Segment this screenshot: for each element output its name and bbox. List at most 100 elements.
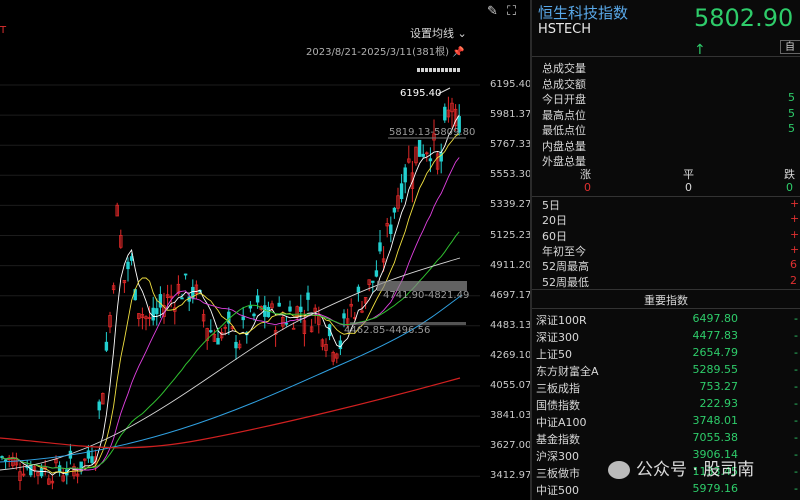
stat-label: 总成交额 xyxy=(542,77,586,91)
perf-value: +2 xyxy=(790,227,800,241)
candle-body xyxy=(158,294,163,308)
fall-header: 跌 xyxy=(784,168,795,181)
index-row-value: 5979.16 xyxy=(692,482,739,495)
marker-dot xyxy=(441,68,444,72)
index-row-name: 中证500 xyxy=(536,484,579,497)
divider xyxy=(532,56,800,57)
date-range-label: 2023/8/21-2025/3/11(381根) 📌 xyxy=(306,47,465,58)
kline-svg[interactable] xyxy=(0,0,530,500)
custom-button[interactable]: 自 xyxy=(780,40,800,54)
y-tick-label: 5767.33 xyxy=(490,139,532,151)
candle-body xyxy=(97,401,101,411)
candle-body xyxy=(155,308,159,315)
index-row[interactable]: 基金指数 7055.38 - xyxy=(536,431,800,448)
perf-value: +2 xyxy=(790,242,800,256)
indices-title: 重要指数 xyxy=(644,294,688,307)
candle-body xyxy=(216,338,220,345)
index-row-value: 5289.55 xyxy=(692,363,739,376)
marker-dot xyxy=(417,68,420,72)
stat-value: 5 xyxy=(788,122,795,135)
candle-body xyxy=(39,467,44,477)
candle-body xyxy=(291,327,296,330)
candle-body xyxy=(255,295,260,303)
index-row[interactable]: 深证300 4477.83 - xyxy=(536,329,800,346)
candle-body xyxy=(417,139,422,157)
candle-body xyxy=(180,297,184,300)
y-tick-label: 3627.00 xyxy=(490,440,532,452)
y-tick-label: 5981.37 xyxy=(490,109,532,121)
rise-count: 0 xyxy=(584,181,591,194)
index-row-change: - xyxy=(794,346,798,359)
index-row[interactable]: 上证50 2654.79 - xyxy=(536,346,800,363)
ma10-line xyxy=(1,133,460,474)
candle-body xyxy=(209,330,213,333)
candle-body xyxy=(151,307,155,321)
index-row[interactable]: 中证500 5979.16 - xyxy=(536,482,800,499)
index-row-change: - xyxy=(794,482,798,495)
candle-body xyxy=(126,261,130,270)
draw-pen-icon[interactable]: ✎ xyxy=(487,4,498,19)
candle-body xyxy=(443,106,447,121)
index-row-name: 上证50 xyxy=(536,348,572,361)
index-row-change: - xyxy=(794,448,798,461)
fullscreen-icon[interactable]: ⛶ xyxy=(507,4,516,19)
index-row-change: - xyxy=(794,380,798,393)
index-row[interactable]: 深证100R 6497.80 - xyxy=(536,312,800,329)
price-range-annotation: 4462.85-4496.56 xyxy=(344,325,431,336)
candle-body xyxy=(183,273,188,276)
marker-dot xyxy=(449,68,452,72)
index-row[interactable]: 三板成指 753.27 - xyxy=(536,380,800,397)
index-code: HSTECH xyxy=(538,22,592,37)
y-tick-label: 5125.23 xyxy=(490,229,532,241)
kline-chart[interactable]: T 设置均线 ⌄ ✎ ⛶ 2023/8/21-2025/3/11(381根) 📌… xyxy=(0,0,532,500)
index-row-value: 6497.80 xyxy=(692,312,739,325)
y-tick-label: 6195.40 xyxy=(490,79,532,90)
flat-header: 平 xyxy=(683,168,694,181)
perf-label: 52周最低 xyxy=(542,275,589,289)
marker-dot xyxy=(445,68,448,72)
candle-body xyxy=(378,242,382,252)
marker-dot xyxy=(457,68,460,72)
ma250-line xyxy=(0,294,463,463)
index-row-value: 222.93 xyxy=(699,397,739,410)
index-row-name: 深证300 xyxy=(536,331,579,344)
y-tick-label: 3841.03 xyxy=(490,410,532,422)
perf-value: + xyxy=(790,197,800,210)
y-tick-label: 5553.30 xyxy=(490,169,532,181)
index-row-change: - xyxy=(794,363,798,376)
ma20-line xyxy=(1,157,460,471)
index-row-name: 深证100R xyxy=(536,314,587,327)
index-row-change: - xyxy=(794,329,798,342)
ma-setting-button[interactable]: 设置均线 ⌄ xyxy=(410,25,467,41)
ma60-line xyxy=(1,231,460,470)
stat-label: 最低点位 xyxy=(542,124,586,137)
index-row[interactable]: 东方财富全A 5289.55 - xyxy=(536,363,800,380)
index-row[interactable]: 中证A100 3748.01 - xyxy=(536,414,800,431)
candle-body xyxy=(421,153,425,157)
candle-body xyxy=(306,292,310,300)
marker-dot xyxy=(437,68,440,72)
candle-body xyxy=(403,167,407,183)
index-name[interactable]: 恒生科技指数 xyxy=(538,2,628,23)
marker-dot xyxy=(453,68,456,72)
index-row-name: 三板成指 xyxy=(536,382,580,395)
y-tick-label: 4483.13 xyxy=(490,319,532,331)
divider xyxy=(532,289,800,290)
perf-label: 60日 xyxy=(542,229,567,243)
marker-dot xyxy=(421,68,424,72)
index-row-change: - xyxy=(794,312,798,325)
watermark: 公众号 · 股司南 xyxy=(608,455,754,480)
candle-body xyxy=(104,341,109,351)
y-tick-label: 5339.27 xyxy=(490,199,532,211)
peak-price-label: 6195.40 xyxy=(400,88,442,99)
stat-label: 总成交量 xyxy=(542,62,586,75)
stat-value: 5 xyxy=(788,91,795,104)
pin-icon[interactable]: 📌 xyxy=(452,47,464,58)
candle-body xyxy=(299,306,303,312)
quote-panel: 恒生科技指数 HSTECH 5802.90 ↑ 自 总成交量 总成交额 今日开盘 5 最… xyxy=(532,0,800,500)
ma500-line xyxy=(0,377,461,449)
index-row[interactable]: 国债指数 222.93 - xyxy=(536,397,800,414)
candle-body xyxy=(392,207,397,213)
left-edge-tick: T xyxy=(0,25,7,36)
wechat-icon xyxy=(608,461,630,479)
